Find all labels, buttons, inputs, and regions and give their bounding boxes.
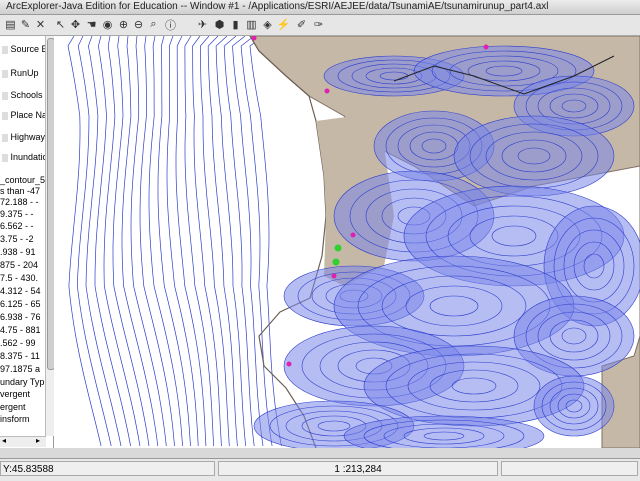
legend-item: 9.375 - - — [0, 209, 34, 219]
zoom-back-icon[interactable]: ⌕ — [146, 17, 161, 32]
inundation-contour — [453, 115, 615, 197]
layer-inundation[interactable]: Inundation — [0, 152, 46, 162]
layer-place-names[interactable]: Place Nam — [0, 110, 46, 120]
query-icon[interactable]: ▥ — [244, 17, 259, 32]
legend-item: .562 - 99 — [0, 338, 36, 348]
status-bar: Y:45.83588 1 :213,284 — [0, 458, 640, 481]
open-icon[interactable]: ✎ — [18, 17, 33, 32]
toc-vertical-scrollbar[interactable] — [45, 36, 55, 436]
contour-line — [232, 36, 264, 447]
scale-readout: 1 :213,284 — [218, 461, 498, 476]
legend-item: 6.562 - - — [0, 221, 34, 231]
legend-item: vergent — [0, 389, 31, 399]
contour-line — [184, 36, 215, 447]
legend-item: insform — [0, 414, 30, 424]
layer-checkbox[interactable] — [2, 45, 8, 54]
select-icon[interactable]: ⬢ — [212, 17, 227, 32]
layer-schools[interactable]: Schools — [0, 90, 46, 100]
legend-item: ergent — [0, 402, 26, 412]
legend-item: 6.125 - 65 — [0, 299, 41, 309]
layer-checkbox[interactable] — [2, 69, 8, 78]
layer-runup[interactable]: RunUp — [0, 68, 46, 78]
layer-source-events[interactable]: Source Ev — [0, 44, 46, 54]
legend-item: undary Typ — [0, 377, 45, 387]
contour-line — [85, 36, 122, 447]
pencil-icon[interactable]: ✐ — [294, 17, 309, 32]
toc-horizontal-scrollbar[interactable]: ◂ ▸ — [0, 436, 46, 447]
zoom-in-icon[interactable]: ⊕ — [116, 17, 131, 32]
window-title: ArcExplorer-Java Edition for Education -… — [6, 1, 549, 12]
scroll-right-icon[interactable]: ▸ — [36, 436, 40, 445]
runup-point[interactable] — [286, 361, 292, 367]
legend-item: 97.1875 a — [0, 364, 41, 374]
toolbar: ▤ ✎ ✕ ↖ ✥ ☚ ◉ ⊕ ⊖ ⌕ ⓘ ✈ ⬢ ▮ ▥ ◈ ⚡ ✐ ✑ — [0, 15, 640, 36]
layer-checkbox[interactable] — [2, 111, 8, 120]
legend-item: 7.5 - 430. — [0, 273, 39, 283]
delete-icon[interactable]: ✕ — [33, 17, 48, 32]
layer-checkbox[interactable] — [2, 133, 8, 142]
find-icon[interactable]: ▮ — [228, 17, 243, 32]
map-view[interactable] — [54, 36, 640, 448]
runup-point[interactable] — [350, 232, 356, 238]
inundation-contour — [533, 375, 615, 437]
full-extent-icon[interactable]: ◉ — [100, 17, 115, 32]
info-icon[interactable]: ⓘ — [163, 17, 178, 32]
school-point[interactable] — [332, 258, 340, 266]
legend-item: 6.938 - 76 — [0, 312, 41, 322]
add-layer-icon[interactable]: ▤ — [3, 17, 18, 32]
measure-icon[interactable]: ✈ — [195, 17, 210, 32]
scroll-left-icon[interactable]: ◂ — [2, 436, 6, 445]
runup-point[interactable] — [483, 44, 489, 50]
coordinate-readout: Y:45.83588 — [0, 461, 215, 476]
separator — [0, 448, 640, 458]
map-canvas[interactable] — [54, 36, 640, 448]
zoom-out-icon[interactable]: ⊖ — [131, 17, 146, 32]
runup-point[interactable] — [324, 88, 330, 94]
layer-checkbox[interactable] — [2, 153, 8, 162]
contour-line — [223, 36, 255, 447]
contour-line — [130, 36, 167, 447]
pan-icon[interactable]: ✥ — [68, 17, 83, 32]
label-icon[interactable]: ✑ — [311, 17, 326, 32]
buffer-icon[interactable]: ◈ — [260, 17, 275, 32]
legend-item: _contour_5 — [0, 175, 46, 185]
runup-point[interactable] — [331, 273, 337, 279]
layer-checkbox[interactable] — [2, 91, 8, 100]
legend-item: s than -47 — [0, 186, 41, 196]
layer-highways[interactable]: Highways — [0, 132, 46, 142]
legend-item: 3.75 - -2 — [0, 234, 34, 244]
hyperlink-icon[interactable]: ⚡ — [276, 17, 291, 32]
legend-item: 8.375 - 11 — [0, 351, 40, 361]
contour-line — [249, 36, 282, 447]
title-bar: ArcExplorer-Java Edition for Education -… — [0, 0, 640, 15]
legend-item: 4.312 - 54 — [0, 286, 41, 296]
contour-line — [192, 36, 222, 447]
identify-icon[interactable]: ↖ — [53, 17, 68, 32]
status-extra — [501, 461, 638, 476]
contour-line — [200, 36, 230, 447]
hand-icon[interactable]: ☚ — [84, 17, 99, 32]
legend-item: 72.188 - - — [0, 197, 39, 207]
offshore-contours — [67, 36, 282, 447]
legend-item: 875 - 204 — [0, 260, 39, 270]
contour-line — [76, 36, 112, 447]
legend-item: 4.75 - 881 — [0, 325, 41, 335]
contour-line — [207, 36, 238, 447]
school-point[interactable] — [334, 244, 342, 252]
legend-item: .938 - 91 — [0, 247, 36, 257]
